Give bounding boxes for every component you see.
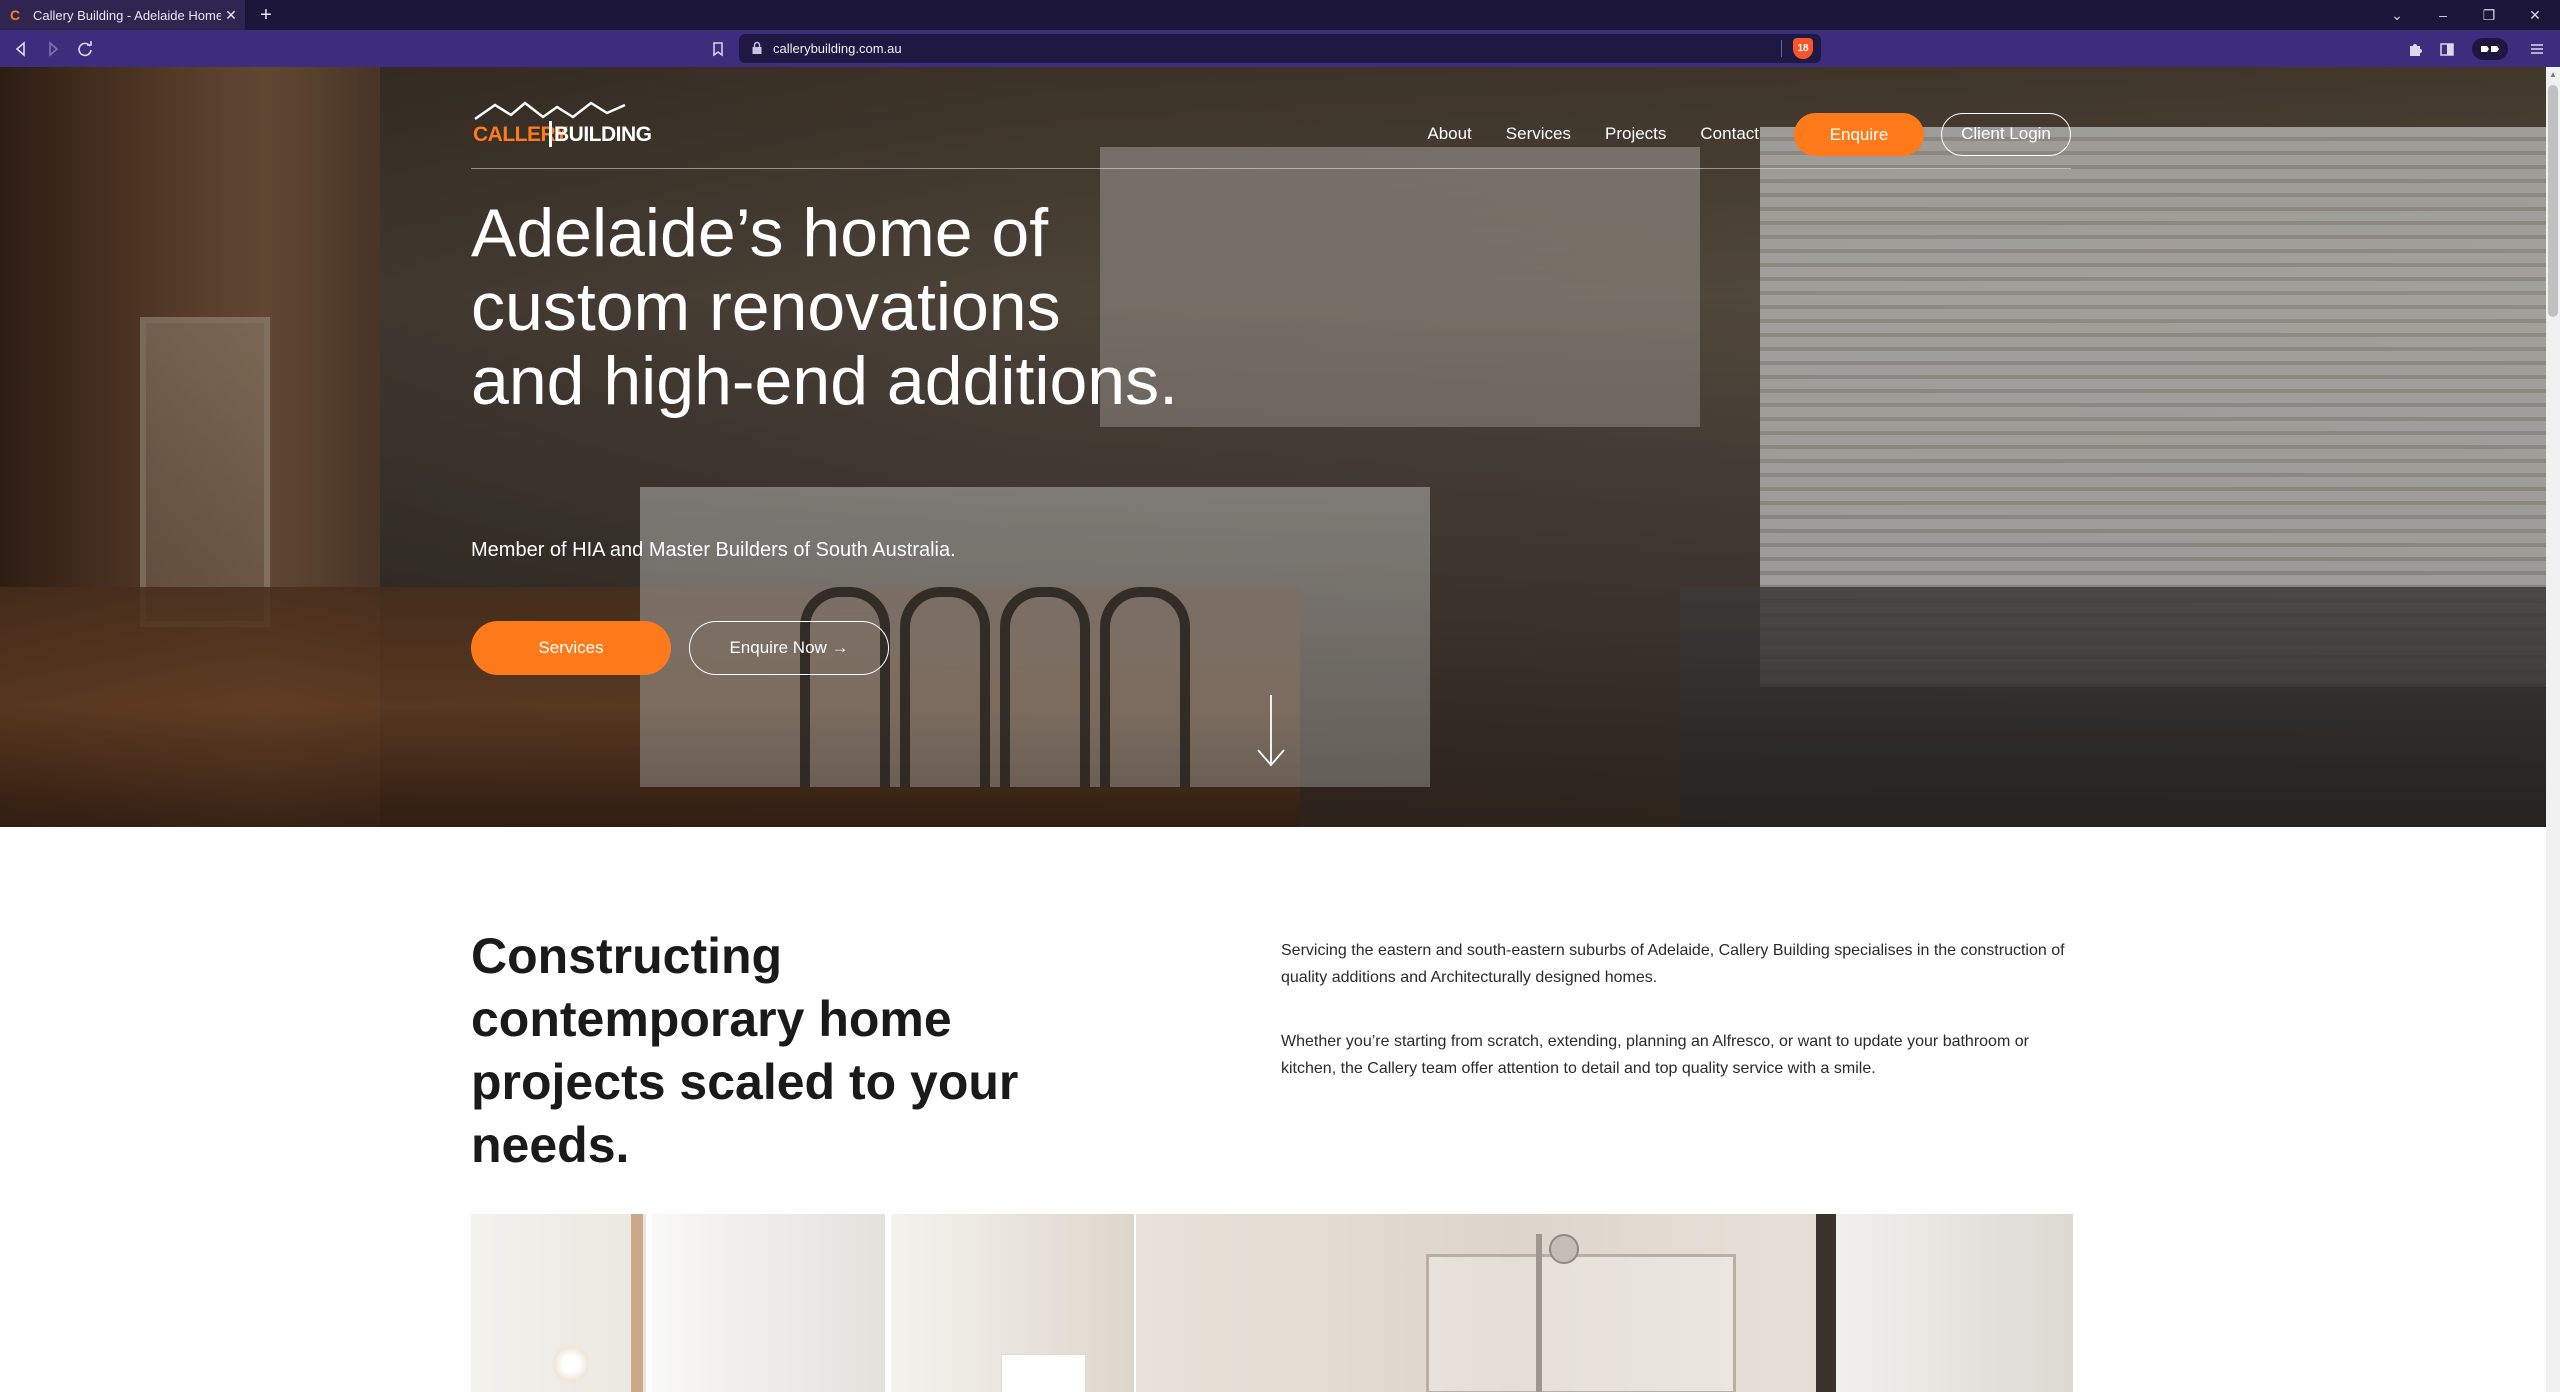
intro-heading: Constructing contemporary home projects … — [471, 928, 1019, 1173]
brave-shield-icon[interactable]: 18 — [1793, 38, 1813, 59]
site-header: CALLERY BUILDING About Services Projects… — [471, 89, 2071, 169]
enquire-now-button[interactable]: Enquire Now → — [689, 621, 889, 675]
enquire-button[interactable]: Enquire — [1794, 112, 1924, 156]
hamburger-icon[interactable] — [2524, 36, 2550, 62]
minimize-button[interactable]: – — [2420, 0, 2466, 30]
towel — [1001, 1354, 1086, 1392]
logo-roof-icon — [474, 101, 626, 121]
url-separator — [1781, 40, 1782, 57]
logo-divider — [549, 121, 552, 147]
scroll-up-icon[interactable]: ▲ — [2548, 70, 2558, 82]
door-frame — [631, 1214, 643, 1392]
nav-projects[interactable]: Projects — [1605, 124, 1666, 144]
intro-paragraph: Servicing the eastern and south-eastern … — [1281, 942, 2065, 986]
window — [1836, 1214, 2073, 1392]
puzzle-icon[interactable] — [2402, 36, 2428, 62]
services-button[interactable]: Services — [471, 621, 671, 675]
scrollbar-thumb[interactable] — [2548, 85, 2558, 317]
web-page: CALLERY BUILDING About Services Projects… — [0, 67, 2546, 1392]
browser-tab-bar: C Callery Building - Adelaide Home ✕ + ⌄… — [0, 0, 2560, 30]
browser-tab[interactable]: C Callery Building - Adelaide Home ✕ — [0, 0, 245, 30]
reload-icon[interactable] — [72, 36, 98, 62]
forward-icon[interactable] — [40, 36, 66, 62]
shower-glass — [1426, 1254, 1736, 1392]
shower-rail — [1536, 1234, 1542, 1392]
url-text[interactable]: callerybuilding.com.au — [773, 41, 902, 56]
tab-title: Callery Building - Adelaide Home — [33, 7, 221, 23]
bookmark-icon[interactable] — [707, 36, 729, 62]
wallet-icon[interactable] — [2472, 38, 2508, 60]
site-logo[interactable]: CALLERY BUILDING — [473, 101, 652, 151]
shower-head — [1549, 1234, 1579, 1264]
nav-contact[interactable]: Contact — [1700, 124, 1759, 144]
bathroom-image-left — [471, 1214, 1134, 1392]
hero-subtitle: Member of HIA and Master Builders of Sou… — [471, 539, 956, 561]
bathroom-image-right — [1136, 1214, 2073, 1392]
hero-section: CALLERY BUILDING About Services Projects… — [0, 67, 2546, 827]
flower — [551, 1344, 591, 1384]
browser-toolbar: callerybuilding.com.au 18 — [0, 30, 2560, 67]
nav-services[interactable]: Services — [1506, 124, 1571, 144]
tab-close-icon[interactable]: ✕ — [221, 7, 241, 24]
intro-paragraph: Whether you’re starting from scratch, ex… — [1281, 1033, 2029, 1077]
nav-about[interactable]: About — [1427, 124, 1471, 144]
site-favicon-icon: C — [10, 7, 21, 23]
window-frame — [1816, 1214, 1836, 1392]
close-window-button[interactable]: ✕ — [2512, 0, 2558, 30]
new-tab-button[interactable]: + — [255, 3, 277, 27]
logo-text-building: BUILDING — [554, 123, 652, 146]
back-icon[interactable] — [8, 36, 34, 62]
address-bar[interactable]: callerybuilding.com.au 18 — [739, 34, 1821, 63]
lock-icon[interactable] — [751, 40, 763, 56]
cabinet-doors — [646, 1214, 891, 1392]
main-nav: About Services Projects Contact Enquire … — [1427, 112, 2071, 156]
tab-search-dropdown-icon[interactable]: ⌄ — [2374, 0, 2420, 30]
arrow-down-icon[interactable] — [1253, 693, 1289, 769]
sidebar-icon[interactable] — [2434, 36, 2460, 62]
client-login-button[interactable]: Client Login — [1941, 112, 2071, 156]
hero-title: Adelaide’s home of custom renovations an… — [471, 195, 1178, 419]
restore-button[interactable]: ❐ — [2466, 0, 2512, 30]
